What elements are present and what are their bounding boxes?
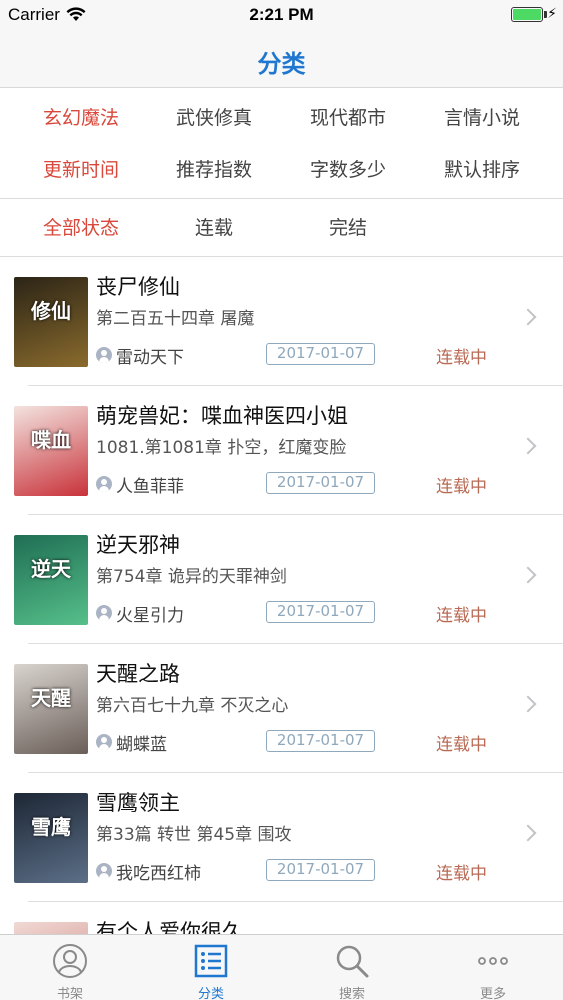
filter-state-all[interactable]: 全部状态 [14, 199, 148, 257]
book-author: 火星引力 [116, 606, 184, 626]
page-title: 分类 [257, 50, 306, 78]
book-latest-chapter: 第二百五十四章 屠魔 [96, 309, 255, 329]
book-author: 雷动天下 [116, 348, 184, 368]
status-bar: Carrier 2:21 PM ⚡ [0, 0, 563, 30]
tab-bookshelf[interactable]: 书架 [0, 935, 140, 1000]
filter-sort-recommend[interactable]: 推荐指数 [147, 141, 281, 199]
book-list-item[interactable]: 修仙 丧尸修仙 第二百五十四章 屠魔 雷动天下 2017-01-07 连载中 [0, 257, 563, 386]
filter-genre-urban[interactable]: 现代都市 [281, 89, 415, 147]
book-latest-chapter: 1081.第1081章 扑空，红魔变脸 [96, 438, 347, 458]
update-date-badge: 2017-01-07 [266, 472, 375, 494]
serial-status: 连载中 [436, 864, 487, 884]
book-title: 萌宠兽妃：喋血神医四小姐 [96, 404, 348, 428]
book-cover-image: 逆天 [14, 535, 88, 625]
chevron-right-icon [519, 695, 537, 713]
author-icon [96, 734, 112, 750]
book-latest-chapter: 第754章 诡异的天罪神剑 [96, 567, 287, 587]
chevron-right-icon [519, 824, 537, 842]
battery-icon [511, 7, 543, 22]
list-icon [194, 944, 228, 978]
author-icon [96, 476, 112, 492]
charging-bolt-icon: ⚡ [547, 6, 557, 22]
serial-status: 连载中 [436, 348, 487, 368]
book-list-item[interactable]: 天醒 天醒之路 第六百七十九章 不灭之心 蝴蝶蓝 2017-01-07 连载中 [0, 644, 563, 773]
book-title: 雪鹰领主 [96, 791, 180, 815]
book-latest-chapter: 第33篇 转世 第45章 围攻 [96, 825, 292, 845]
filter-sort-word-count[interactable]: 字数多少 [281, 141, 415, 199]
book-title: 丧尸修仙 [96, 275, 180, 299]
filter-genre-romance[interactable]: 言情小说 [415, 89, 549, 147]
person-circle-icon [53, 944, 87, 978]
book-cover-image: 天醒 [14, 664, 88, 754]
tab-bar: 书架 分类 搜索 更多 [0, 934, 563, 1000]
author-icon [96, 347, 112, 363]
tab-search[interactable]: 搜索 [282, 935, 422, 1000]
filter-state-serializing[interactable]: 连载 [147, 199, 281, 257]
book-cover-image: 雪鹰 [14, 793, 88, 883]
tab-label: 搜索 [338, 987, 365, 1000]
update-date-badge: 2017-01-07 [266, 343, 375, 365]
tab-category[interactable]: 分类 [141, 935, 281, 1000]
tab-label: 更多 [479, 987, 506, 1000]
filter-state-completed[interactable]: 完结 [281, 199, 415, 257]
book-author: 我吃西红柿 [116, 864, 201, 884]
search-icon [336, 945, 369, 978]
book-title: 逆天邪神 [96, 533, 180, 557]
chevron-right-icon [519, 437, 537, 455]
book-author: 人鱼菲菲 [116, 477, 184, 497]
book-list-item[interactable]: 喋血 萌宠兽妃：喋血神医四小姐 1081.第1081章 扑空，红魔变脸 人鱼菲菲… [0, 386, 563, 515]
tab-more[interactable]: 更多 [423, 935, 563, 1000]
book-cover-image: 喋血 [14, 406, 88, 496]
chevron-right-icon [519, 308, 537, 326]
clock-label: 2:21 PM [249, 5, 314, 24]
update-date-badge: 2017-01-07 [266, 601, 375, 623]
filter-genre-xuanhuan[interactable]: 玄幻魔法 [14, 89, 148, 147]
update-date-badge: 2017-01-07 [266, 859, 375, 881]
filter-genre-wuxia[interactable]: 武侠修真 [147, 89, 281, 147]
book-latest-chapter: 第六百七十九章 不灭之心 [96, 696, 289, 716]
author-icon [96, 605, 112, 621]
more-dots-icon [478, 957, 508, 965]
author-icon [96, 863, 112, 879]
book-list-item[interactable]: 雪鹰 雪鹰领主 第33篇 转世 第45章 围攻 我吃西红柿 2017-01-07… [0, 773, 563, 902]
serial-status: 连载中 [436, 606, 487, 626]
filter-sort-update-time[interactable]: 更新时间 [14, 141, 148, 199]
book-author: 蝴蝶蓝 [116, 735, 167, 755]
state-filter-row: 全部状态 连载 完结 [0, 199, 563, 257]
serial-status: 连载中 [436, 735, 487, 755]
navigation-bar: 分类 [0, 30, 563, 88]
filter-sort-default[interactable]: 默认排序 [415, 141, 549, 199]
update-date-badge: 2017-01-07 [266, 730, 375, 752]
serial-status: 连载中 [436, 477, 487, 497]
book-cover-image: 修仙 [14, 277, 88, 367]
chevron-right-icon [519, 566, 537, 584]
genre-filter-row: 玄幻魔法 武侠修真 现代都市 言情小说 [0, 89, 563, 147]
tab-label: 书架 [56, 987, 83, 1000]
book-title: 天醒之路 [96, 662, 180, 686]
sort-filter-row: 更新时间 推荐指数 字数多少 默认排序 [0, 141, 563, 199]
book-list-item[interactable]: 逆天 逆天邪神 第754章 诡异的天罪神剑 火星引力 2017-01-07 连载… [0, 515, 563, 644]
tab-label: 分类 [197, 987, 224, 1000]
